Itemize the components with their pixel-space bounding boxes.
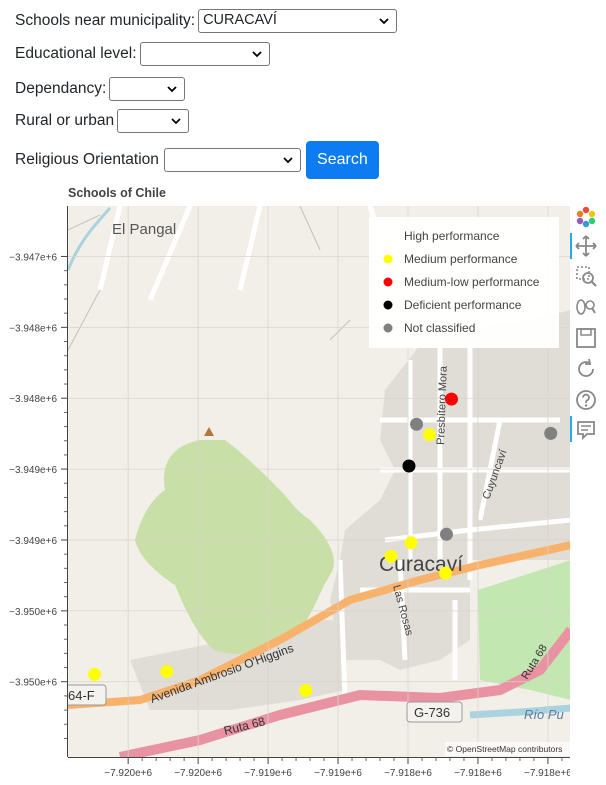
chevron-down-icon — [251, 51, 262, 58]
educational-level-row: Educational level: — [15, 42, 270, 66]
wheel-zoom-icon[interactable] — [574, 295, 598, 319]
help-icon[interactable] — [574, 388, 598, 412]
school-point[interactable] — [404, 536, 418, 550]
school-point[interactable] — [402, 459, 416, 473]
dependancy-row: Dependancy: — [15, 77, 186, 101]
y-ticks: −3.947e+6 −3.948e+6 −3.948e+6 −3.949e+6 −3.9… — [9, 252, 67, 739]
school-point[interactable] — [544, 426, 558, 440]
school-point[interactable] — [160, 665, 174, 679]
label-el-pangal: El Pangal — [112, 221, 176, 238]
municipality-value: CURACAVÍ — [203, 12, 277, 28]
school-point[interactable] — [410, 417, 424, 431]
y-tick-label: −3.950e+6 — [9, 607, 57, 618]
legend-label: Medium performance — [404, 252, 518, 266]
school-point[interactable] — [445, 392, 459, 406]
x-ticks: −7.920e+6 −7.920e+6 −7.919e+6 −7.919e+6 −7.9… — [104, 758, 570, 779]
save-icon[interactable] — [574, 326, 598, 350]
school-point[interactable] — [438, 566, 452, 580]
educational-level-select[interactable] — [139, 42, 270, 66]
y-tick-label: −3.947e+6 — [9, 252, 57, 263]
legend-swatch — [383, 323, 393, 333]
school-point[interactable] — [423, 428, 437, 442]
school-point[interactable] — [439, 527, 453, 541]
reset-icon[interactable] — [574, 357, 598, 381]
dependancy-select[interactable] — [109, 77, 186, 101]
school-point[interactable] — [384, 549, 398, 563]
y-tick-label: −3.948e+6 — [9, 394, 57, 405]
religious-label: Religious Orientation — [15, 151, 159, 168]
label-g736: G-736 — [414, 705, 450, 720]
legend-label: Medium-low performance — [404, 275, 540, 289]
label-rio: Río Pu — [524, 707, 564, 722]
pan-icon[interactable] — [574, 234, 598, 258]
box-zoom-icon[interactable] — [574, 264, 598, 288]
school-point[interactable] — [88, 667, 102, 681]
chart-title: Schools of Chile — [68, 186, 166, 200]
x-tick-label: −7.920e+6 — [174, 768, 222, 779]
attribution[interactable]: © OpenStreetMap contributors — [447, 744, 562, 754]
y-tick-label: −3.949e+6 — [9, 536, 57, 547]
map-plot[interactable]: El Pangal Curacaví Avenida Ambrosio O'Hi… — [0, 200, 570, 785]
active-tool-marker — [570, 233, 572, 259]
hover-icon[interactable] — [574, 418, 598, 442]
chevron-down-icon — [379, 18, 389, 25]
active-tool-marker-2 — [570, 416, 572, 442]
legend-label: Deficient performance — [404, 298, 522, 312]
rural-urban-label: Rural or urban — [15, 112, 115, 129]
y-tick-label: −3.950e+6 — [9, 678, 57, 689]
municipality-select[interactable]: CURACAVÍ — [198, 9, 398, 33]
legend-swatch — [383, 300, 393, 310]
school-point[interactable] — [299, 684, 313, 698]
x-tick-label: −7.918e+6 — [384, 768, 432, 779]
legend-swatch — [383, 277, 393, 287]
chevron-down-icon — [167, 86, 177, 93]
chevron-down-icon — [171, 118, 181, 125]
x-tick-label: −7.920e+6 — [104, 768, 152, 779]
label-f64: 64-F — [68, 688, 95, 703]
x-tick-label: −7.918e+6 — [524, 768, 570, 779]
x-tick-label: −7.919e+6 — [314, 768, 362, 779]
chevron-down-icon — [283, 157, 293, 164]
rural-urban-row: Rural or urban — [15, 109, 190, 133]
municipality-row: Schools near municipality: CURACAVÍ — [15, 9, 398, 33]
legend-swatch — [383, 254, 393, 264]
educational-level-label: Educational level: — [15, 45, 137, 62]
x-tick-label: −7.918e+6 — [454, 768, 502, 779]
dependancy-label: Dependancy: — [15, 80, 107, 97]
religious-row: Religious Orientation Search — [15, 141, 379, 179]
y-tick-label: −3.949e+6 — [9, 465, 57, 476]
search-button[interactable]: Search — [305, 141, 379, 179]
legend-label: High performance — [404, 229, 500, 243]
x-tick-label: −7.919e+6 — [244, 768, 292, 779]
bokeh-logo-icon[interactable] — [574, 205, 598, 229]
legend: High performance Medium performance Medium… — [369, 217, 559, 348]
religious-select[interactable] — [163, 148, 301, 172]
municipality-label: Schools near municipality: — [15, 12, 196, 29]
legend-label: Not classified — [404, 321, 475, 335]
y-tick-label: −3.948e+6 — [9, 323, 57, 334]
rural-urban-select[interactable] — [117, 109, 190, 133]
